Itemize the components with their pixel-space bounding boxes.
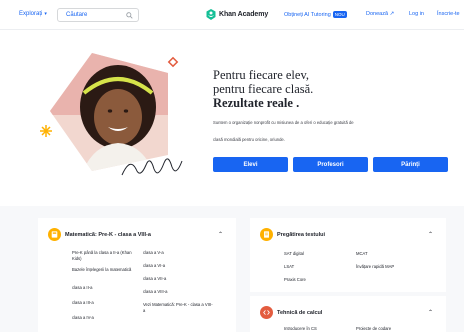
test-prep-header[interactable]: Pregătirea testului — [260, 228, 325, 241]
hero-title-line-1: Pentru fiecare elev, — [213, 68, 310, 82]
chevron-down-icon: ▾ — [44, 11, 47, 17]
calculator-icon — [48, 228, 61, 241]
math-course-card: Matematică: Pre-K - clasa a VIII-a ⌃ Pre… — [38, 218, 236, 332]
hero-description-2: clasă mondială pentru oricine, oriunde. — [213, 137, 285, 142]
donate-label: Donează — [366, 11, 389, 17]
math-link[interactable]: clasa a II-a — [72, 285, 92, 291]
logo-text: Khan Academy — [219, 11, 269, 18]
math-link[interactable]: clasa a V-a — [143, 250, 164, 256]
math-link[interactable]: Bazele înțelegerii la matematică — [72, 267, 132, 273]
new-badge: NOU — [332, 11, 347, 18]
math-link[interactable]: clasa a III-a — [72, 300, 94, 306]
math-link[interactable]: clasa a VI-a — [143, 263, 165, 269]
test-prep-link[interactable]: SAT digital — [284, 251, 304, 257]
search-icon — [126, 12, 133, 19]
test-prep-link[interactable]: Praxis Core — [284, 277, 306, 283]
search-input[interactable]: Căutare — [57, 8, 139, 22]
parents-button[interactable]: Părinți — [373, 157, 448, 172]
computing-link[interactable]: Proiecte de codare — [356, 326, 391, 332]
chevron-up-icon[interactable]: ⌃ — [428, 309, 433, 316]
computing-header[interactable]: Tehnică de calcul — [260, 306, 322, 319]
learners-button[interactable]: Elevi — [213, 157, 288, 172]
explore-label: Explorați — [19, 11, 43, 17]
math-link[interactable]: Pre-K până la clasa a II-a (Khan Kids) — [72, 250, 132, 262]
ai-tutoring-link[interactable]: Obțineți AI Tutoring NOU — [284, 11, 347, 18]
chevron-up-icon[interactable]: ⌃ — [218, 231, 223, 238]
signup-link[interactable]: Înscrie-te — [437, 11, 460, 17]
hero-student-photo — [40, 53, 183, 176]
khan-academy-logo[interactable]: Khan Academy — [206, 9, 268, 20]
role-buttons: Elevi Profesori Părinți — [213, 157, 448, 172]
test-prep-card: Pregătirea testului ⌃ SAT digital LSAT P… — [250, 218, 446, 292]
math-card-header[interactable]: Matematică: Pre-K - clasa a VIII-a — [48, 228, 151, 241]
test-prep-link[interactable]: Învățare rapidă MAP — [356, 264, 394, 270]
top-navigation-bar: Explorați ▾ Căutare Khan Academy Obțineț… — [0, 0, 464, 30]
test-prep-title: Pregătirea testului — [277, 231, 325, 238]
chevron-up-icon[interactable]: ⌃ — [428, 231, 433, 238]
khan-leaf-icon — [206, 9, 216, 20]
test-paper-icon — [260, 228, 273, 241]
code-icon — [260, 306, 273, 319]
hero-title: Pentru fiecare elev, pentru fiecare clas… — [213, 68, 453, 110]
test-prep-link[interactable]: MCAT — [356, 251, 368, 257]
search-placeholder: Căutare — [66, 12, 88, 18]
math-link[interactable]: clasa a VII-a — [143, 276, 166, 282]
external-link-icon: ↗ — [389, 11, 395, 17]
hero-title-line-2: pentru fiecare clasă. — [213, 82, 314, 96]
hero-description-1: Suntem o organizație nonprofit cu misiun… — [213, 120, 354, 125]
computing-link[interactable]: Introducere în CS — [284, 326, 317, 332]
hero-text: Pentru fiecare elev, pentru fiecare clas… — [213, 68, 453, 143]
math-card-title: Matematică: Pre-K - clasa a VIII-a — [65, 231, 151, 238]
hero-description: Suntem o organizație nonprofit cu misiun… — [213, 119, 445, 143]
teachers-button[interactable]: Profesori — [293, 157, 368, 172]
computing-card: Tehnică de calcul ⌃ Introducere în CS Pr… — [250, 296, 446, 332]
explore-menu-button[interactable]: Explorați ▾ — [19, 11, 47, 17]
sparkle-icon — [40, 125, 52, 137]
test-prep-link[interactable]: LSAT — [284, 264, 294, 270]
donate-link[interactable]: Donează ↗ — [366, 11, 394, 17]
courses-section: Matematică: Pre-K - clasa a VIII-a ⌃ Pre… — [0, 206, 464, 332]
math-link[interactable]: clasa a VIII-a — [143, 289, 167, 295]
login-link[interactable]: Log in — [409, 11, 424, 17]
computing-title: Tehnică de calcul — [277, 309, 323, 316]
hero-title-line-3: Rezultate reale . — [213, 96, 300, 110]
math-link[interactable]: clasa a IV-a — [72, 315, 94, 321]
ai-tutoring-label: Obțineți AI Tutoring — [284, 11, 331, 18]
math-see-all-link[interactable]: Vezi Matematică: Pre-K - clasa a VIII-a — [143, 302, 213, 314]
